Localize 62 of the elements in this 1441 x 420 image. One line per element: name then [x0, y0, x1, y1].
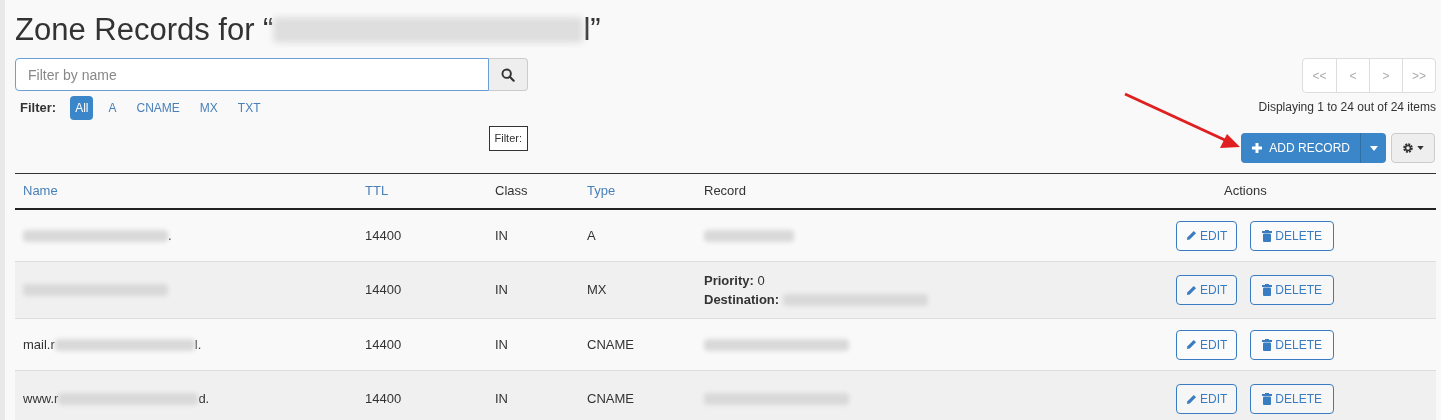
- column-header[interactable]: Type: [587, 181, 616, 201]
- table-cell-text: IN: [495, 390, 509, 409]
- table-cell-text: 14400: [365, 390, 403, 409]
- name-text: www.r: [23, 390, 59, 409]
- delete-button[interactable]: DELETE: [1250, 329, 1335, 360]
- pagination-button[interactable]: <: [1336, 59, 1369, 92]
- table-cell-text: 14400: [365, 335, 403, 354]
- caret-icon: [1369, 145, 1378, 151]
- filter-option[interactable]: MX: [194, 96, 223, 120]
- name-text: l.: [194, 335, 202, 354]
- plus-icon: [1251, 142, 1264, 154]
- trash-icon: [1262, 338, 1273, 351]
- filter-option[interactable]: TXT: [232, 96, 266, 120]
- column-header: Actions: [1224, 182, 1267, 201]
- table-cell-text: CNAME: [587, 335, 635, 354]
- column-header: Record: [704, 182, 746, 201]
- delete-button[interactable]: DELETE: [1250, 220, 1335, 251]
- edit-button[interactable]: EDIT: [1176, 275, 1238, 305]
- delete-button[interactable]: DELETE: [1250, 275, 1335, 305]
- table-cell-text: 14400: [365, 281, 403, 300]
- search-field[interactable]: Filter by name: [15, 58, 489, 91]
- table-cell-text: IN: [495, 335, 509, 354]
- priority-text: Priority: 0: [704, 272, 766, 290]
- table-cell-text: MX: [587, 281, 608, 300]
- page-title: Zone Records for “ l”: [15, 11, 601, 49]
- pagination-summary: Displaying 1 to 24 out of 24 items: [1258, 99, 1436, 116]
- filter-label: Filter:: [20, 99, 57, 118]
- settings-button[interactable]: [1391, 133, 1435, 163]
- filter-option[interactable]: All: [70, 96, 94, 120]
- edit-button[interactable]: EDIT: [1176, 384, 1238, 414]
- column-header: Class: [495, 182, 528, 201]
- name-text: mail.r: [23, 335, 55, 354]
- table-cell-text: CNAME: [587, 390, 635, 409]
- caret-icon: [1417, 146, 1424, 150]
- trash-icon: [1262, 284, 1273, 296]
- name-text: d.: [198, 390, 210, 409]
- edit-button[interactable]: EDIT: [1176, 329, 1238, 360]
- settings-icon: [1402, 142, 1414, 154]
- pencil-icon: [1186, 393, 1197, 405]
- pencil-icon: [1186, 339, 1197, 350]
- delete-button[interactable]: DELETE: [1250, 384, 1335, 414]
- trash-icon: [1262, 393, 1273, 405]
- column-header[interactable]: TTL: [365, 181, 389, 201]
- filter-option[interactable]: CNAME: [131, 96, 185, 120]
- pagination-button[interactable]: <<: [1303, 59, 1336, 92]
- filter-option[interactable]: A: [103, 96, 122, 120]
- name-text: .: [168, 226, 172, 245]
- table-cell-text: IN: [495, 281, 509, 300]
- edit-button[interactable]: EDIT: [1176, 220, 1238, 251]
- pagination-button[interactable]: >>: [1402, 59, 1435, 92]
- pencil-icon: [1186, 284, 1197, 296]
- trash-icon: [1262, 229, 1273, 242]
- destination-label: Destination:: [704, 291, 780, 309]
- pagination-button[interactable]: >: [1369, 59, 1402, 92]
- search-button[interactable]: [489, 58, 528, 91]
- table-cell-text: A: [587, 226, 597, 245]
- column-header[interactable]: Name: [15, 181, 58, 201]
- table-cell-text: 14400: [365, 226, 403, 245]
- table-cell-text: IN: [495, 226, 509, 245]
- search-icon: [501, 67, 515, 82]
- pencil-icon: [1186, 230, 1197, 241]
- tooltip: Filter:: [488, 126, 528, 151]
